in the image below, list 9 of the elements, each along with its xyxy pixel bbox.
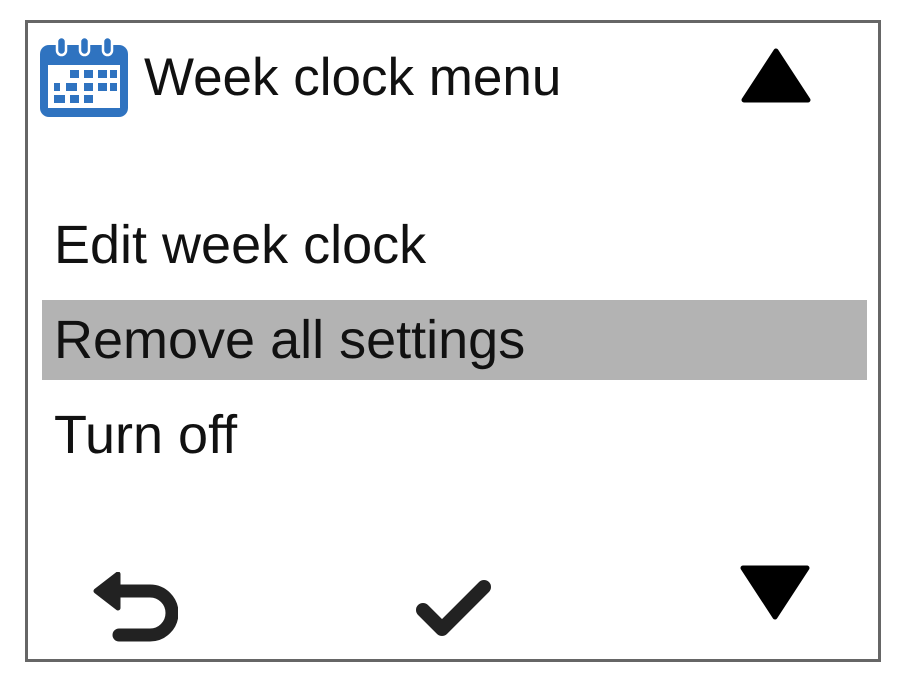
menu-item[interactable]: Edit week clock [42,205,867,285]
menu-title: Week clock menu [144,50,562,104]
calendar-icon [40,37,128,117]
up-triangle-icon[interactable] [741,48,811,103]
back-arrow-icon[interactable] [92,572,178,642]
down-triangle-icon[interactable] [740,565,810,620]
check-icon[interactable] [415,578,492,638]
menu-item[interactable]: Turn off [42,395,867,475]
menu-item[interactable]: Remove all settings [42,300,867,380]
